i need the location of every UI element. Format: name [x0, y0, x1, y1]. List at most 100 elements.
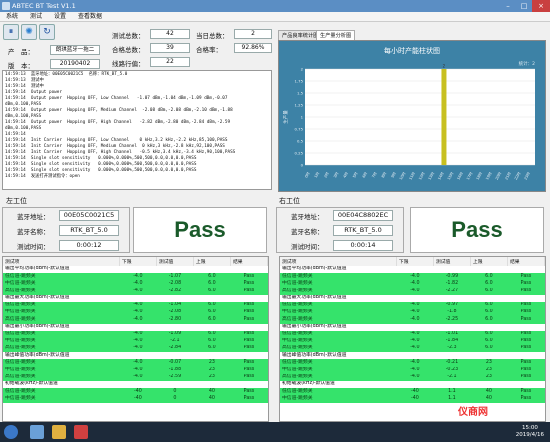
cell-item: 中信道-跳频关 [3, 280, 120, 288]
cell-res: Pass [507, 388, 545, 396]
table-group-row[interactable]: 初始载波(kHz)-默认值道 [3, 381, 268, 389]
table-row[interactable]: 中信道-跳频关 -40 1.1 40 Pass [280, 395, 545, 403]
cell-high: 23 [470, 359, 508, 367]
minimize-icon[interactable]: – [500, 0, 516, 12]
table-row[interactable]: 中信道-跳频关 -4.0 -0.23 23 Pass [280, 366, 545, 374]
close-icon[interactable]: × [532, 0, 550, 12]
table-group-row[interactable]: 输出最小功率(dBm)-默认值道 [3, 323, 268, 331]
table-row[interactable]: 高信道-跳频关 -4.0 -2.84 6.0 Pass [3, 345, 268, 353]
table-row[interactable]: 高信道-跳频关 -4.0 -2.80 6.0 Pass [3, 316, 268, 324]
x-tick-label: 20时 [494, 171, 503, 181]
left-station-title: 左工位 [6, 197, 27, 205]
table-row[interactable]: 低信道-跳频关 -4.0 -0.21 23 Pass [280, 359, 545, 367]
cell-low: -4.0 [119, 309, 157, 317]
table-row[interactable]: 低信道-跳频关 -4.0 -0.99 6.0 Pass [280, 273, 545, 281]
col-item[interactable]: 测试项 [3, 257, 120, 266]
table-row[interactable]: 低信道-跳频关 -40 0 40 Pass [3, 388, 268, 396]
right-time-value: 0:00:14 [333, 240, 393, 251]
col-result[interactable]: 结果 [230, 257, 268, 266]
cell-low: -4.0 [119, 345, 157, 353]
table-group-row[interactable]: 输出峰值功率(dBm)-默认值道 [3, 352, 268, 360]
cell-low: -4.0 [396, 345, 434, 353]
col-result[interactable]: 结果 [507, 257, 545, 266]
y-tick-label: 0.5 [297, 139, 304, 144]
version-label: 版 本： [8, 62, 34, 70]
table-row[interactable]: 高信道-跳频关 -4.0 -2.1 23 Pass [280, 373, 545, 381]
table-row[interactable]: 高信道-跳频关 -4.0 -2.82 6.0 Pass [3, 287, 268, 295]
product-select[interactable]: 朗琪蓝牙一拖二 [50, 45, 100, 55]
menu-bar: 系统 测试 设置 查看数据 [0, 12, 550, 22]
menu-test[interactable]: 测试 [24, 12, 48, 22]
folder-icon[interactable] [52, 425, 66, 439]
cell-low: -4.0 [396, 330, 434, 338]
col-low[interactable]: 下限 [119, 257, 157, 266]
table-group-row[interactable]: 输出最小功率(dBm)-默认值道 [280, 323, 545, 331]
table-row[interactable]: 中信道-跳频关 -4.0 -1.88 23 Pass [3, 366, 268, 374]
start-icon[interactable] [4, 425, 18, 439]
cell-low: -4.0 [396, 287, 434, 295]
app-taskbar-icon[interactable] [74, 425, 88, 439]
col-high[interactable]: 上限 [470, 257, 508, 266]
test-log[interactable]: 14:59:13 蓝牙地址：00E05C0021C5 名称：RTK_BT_5.0… [2, 70, 272, 190]
menu-system[interactable]: 系统 [0, 12, 24, 22]
clock-date: 2019/4/16 [515, 432, 544, 438]
x-tick-label: 16时 [456, 171, 465, 181]
cell-high: 6.0 [470, 309, 508, 317]
col-value[interactable]: 测试值 [156, 257, 194, 266]
table-row[interactable]: 中信道-跳频关 -4.0 -2.1 6.0 Pass [3, 337, 268, 346]
version-field[interactable]: 20190402 [50, 59, 100, 69]
table-row[interactable]: 中信道-跳频关 -4.0 -2.08 6.0 Pass [3, 309, 268, 317]
cell-high: 6.0 [470, 337, 508, 346]
table-row[interactable]: 低信道-跳频关 -4.0 -1.09 6.0 Pass [3, 330, 268, 338]
table-row[interactable]: 中信道-跳频关 -4.0 -1.82 6.0 Pass [280, 280, 545, 288]
table-group-row[interactable]: 初始载波(kHz)-默认值道 [280, 381, 545, 389]
group-label: 输出最小功率(dBm)-默认值道 [3, 323, 268, 331]
table-row[interactable]: 高信道-跳频关 -4.0 -2.59 23 Pass [3, 373, 268, 381]
left-results-table[interactable]: 测试项 下限 测试值 上限 结果 输出平均功率(dBm)-默认值道 低信道-跳频关… [2, 256, 269, 422]
table-row[interactable]: 中信道-跳频关 -4.0 -1.84 6.0 Pass [280, 337, 545, 346]
pause-button[interactable]: ⏸ [3, 24, 19, 40]
table-row[interactable]: 低信道-跳频关 -40 1.1 40 Pass [280, 388, 545, 396]
table-group-row[interactable]: 输出峰值功率(dBm)-默认值道 [280, 352, 545, 360]
table-group-row[interactable]: 输出最大功率(dBm)-默认值道 [280, 294, 545, 302]
cell-val: -2.27 [433, 287, 471, 295]
right-results-table[interactable]: 测试项 下限 测试值 上限 结果 输出平均功率(dBm)-默认值道 低信道-跳频关… [279, 256, 546, 422]
table-row[interactable]: 高信道-跳频关 -4.0 -2.27 6.0 Pass [280, 287, 545, 295]
cell-item: 低信道-跳频关 [280, 273, 397, 281]
menu-view-data[interactable]: 查看数据 [72, 12, 108, 22]
cell-val: -2.84 [156, 345, 194, 353]
table-row[interactable]: 低信道-跳频关 -4.0 -1.04 6.0 Pass [3, 301, 268, 310]
col-value[interactable]: 测试值 [433, 257, 471, 266]
maximize-icon[interactable]: □ [516, 0, 532, 12]
col-item[interactable]: 测试项 [280, 257, 397, 266]
cell-val: -1.07 [156, 273, 194, 281]
settings-gear-button[interactable]: ✺ [21, 24, 37, 40]
menu-settings[interactable]: 设置 [48, 12, 72, 22]
table-group-row[interactable]: 输出最大功率(dBm)-默认值道 [3, 294, 268, 302]
col-low[interactable]: 下限 [396, 257, 434, 266]
x-tick-label: 0时 [303, 171, 310, 179]
table-row[interactable]: 高信道-跳频关 -4.0 -2.25 6.0 Pass [280, 316, 545, 324]
table-row[interactable]: 中信道-跳频关 -4.0 -1.8 6.0 Pass [280, 309, 545, 317]
table-row[interactable]: 低信道-跳频关 -4.0 -0.07 23 Pass [3, 359, 268, 367]
table-row[interactable]: 高信道-跳频关 -4.0 -2.3 6.0 Pass [280, 345, 545, 353]
table-row[interactable]: 低信道-跳频关 -4.0 -1.07 6.0 Pass [3, 273, 268, 281]
cell-high: 6.0 [193, 316, 231, 324]
cell-res: Pass [507, 337, 545, 346]
cell-item: 中信道-跳频关 [280, 309, 397, 317]
cell-item: 高信道-跳频关 [280, 287, 397, 295]
table-row[interactable]: 低信道-跳频关 -4.0 -0.97 6.0 Pass [280, 301, 545, 310]
table-row[interactable]: 低信道-跳频关 -4.0 -1.01 6.0 Pass [280, 330, 545, 338]
cell-low: -4.0 [396, 301, 434, 310]
cell-val: -0.07 [156, 359, 194, 367]
refresh-button[interactable]: ↻ [39, 24, 55, 40]
col-high[interactable]: 上限 [193, 257, 231, 266]
table-row[interactable]: 中信道-跳频关 -40 0 40 Pass [3, 395, 268, 403]
table-group-row[interactable]: 输出平均功率(dBm)-默认值道 [3, 266, 268, 274]
table-row[interactable]: 中信道-跳频关 -4.0 -2.08 6.0 Pass [3, 280, 268, 288]
cell-res: Pass [507, 395, 545, 403]
cell-res: Pass [230, 345, 268, 353]
table-group-row[interactable]: 输出平均功率(dBm)-默认值道 [280, 266, 545, 274]
explorer-icon[interactable] [30, 425, 44, 439]
cell-item: 中信道-跳频关 [3, 366, 120, 374]
